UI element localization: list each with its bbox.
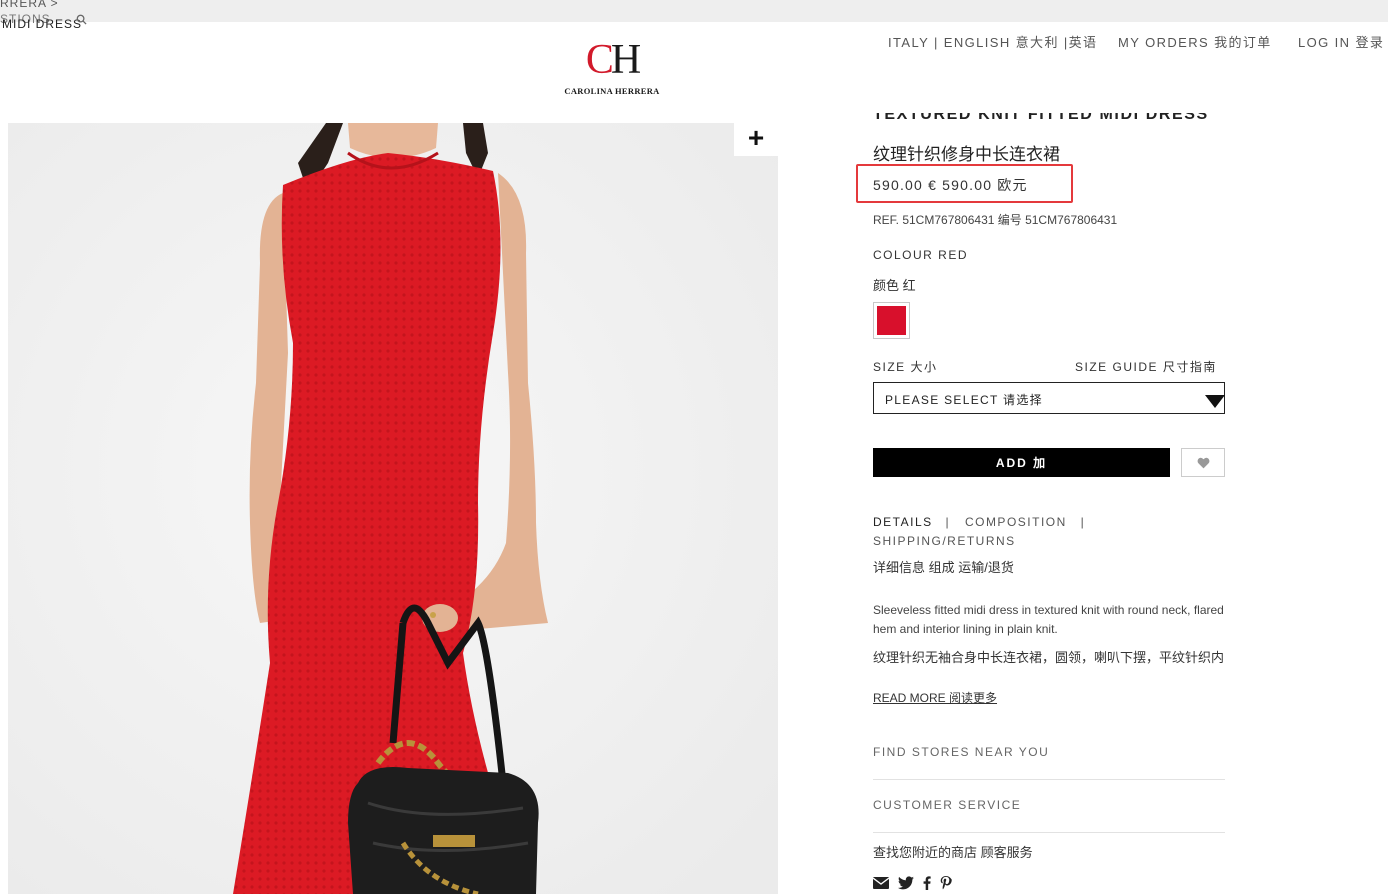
zoom-button[interactable]: +: [734, 120, 778, 156]
product-description-zh: 纹理针织无袖合身中长连衣裙，圆领，喇叭下摆，平纹针织内衬: [873, 650, 1225, 665]
login-link[interactable]: LOG IN 登录: [1298, 32, 1384, 51]
plus-icon: +: [747, 122, 765, 153]
logo-wordmark: CAROLINA HERRERA: [564, 86, 660, 96]
colour-label: COLOUR RED: [873, 248, 969, 262]
tab-details[interactable]: DETAILS: [873, 515, 933, 529]
tab-shipping-returns[interactable]: SHIPPING/RETURNS: [873, 534, 1016, 548]
services-zh: 查找您附近的商店 顾客服务: [873, 845, 1033, 860]
logo-monogram: CH: [585, 37, 641, 83]
search-icon[interactable]: [76, 14, 87, 25]
wishlist-button[interactable]: [1181, 448, 1225, 477]
divider: [873, 779, 1225, 780]
product-title-zh: 纹理针织修身中长连衣裙: [873, 145, 1060, 164]
size-select[interactable]: PLEASE SELECT 请选择: [873, 382, 1225, 414]
brand-logo[interactable]: CH CAROLINA HERRERA: [556, 37, 668, 96]
product-price: 590.00 € 590.00 欧元: [873, 177, 1028, 193]
dropdown-arrow-icon: [1205, 395, 1225, 408]
detail-tabs: DETAILS | COMPOSITION | SHIPPING/RETURNS: [873, 513, 1103, 551]
product-title-en: TEXTURED KNIT FITTED MIDI DRESS: [873, 113, 1209, 123]
breadcrumb-brand[interactable]: RRERA >: [0, 0, 59, 10]
colour-label-zh: 颜色 红: [873, 278, 916, 293]
customer-service-link[interactable]: CUSTOMER SERVICE: [873, 798, 1021, 812]
tab-separator: |: [1080, 515, 1086, 529]
mail-icon[interactable]: [873, 877, 889, 889]
social-links: [873, 876, 952, 890]
colour-swatch-red[interactable]: [873, 302, 910, 339]
product-description-en: Sleeveless fitted midi dress in textured…: [873, 603, 1224, 636]
size-label: SIZE 大小: [873, 360, 938, 374]
language-selector[interactable]: ITALY | ENGLISH 意大利 |英语: [888, 32, 1097, 51]
pinterest-icon[interactable]: [940, 876, 952, 890]
heart-icon: [1197, 457, 1209, 468]
tab-composition[interactable]: COMPOSITION: [965, 515, 1067, 529]
read-more-link[interactable]: READ MORE 阅读更多: [873, 689, 997, 706]
size-select-value: PLEASE SELECT 请选择: [885, 393, 1043, 407]
detail-tabs-zh: 详细信息 组成 运输/退货: [873, 560, 1014, 575]
tab-separator: |: [945, 515, 951, 529]
find-stores-link[interactable]: FIND STORES NEAR YOU: [873, 745, 1049, 759]
dress-photo-illustration: [8, 123, 778, 894]
swatch-fill: [877, 306, 906, 335]
my-orders-link[interactable]: MY ORDERS 我的订单: [1118, 32, 1272, 51]
divider: [873, 832, 1225, 833]
breadcrumb-current: MIDI DRESS: [2, 17, 83, 31]
facebook-icon[interactable]: [923, 876, 931, 890]
size-guide-link[interactable]: SIZE GUIDE 尺寸指南: [1075, 358, 1217, 375]
product-reference: REF. 51CM767806431 编号 51CM767806431: [873, 213, 1118, 227]
top-breadcrumb-bar: [0, 0, 1388, 22]
product-image[interactable]: [8, 123, 778, 894]
add-to-cart-button[interactable]: ADD 加: [873, 448, 1170, 477]
twitter-icon[interactable]: [898, 876, 914, 890]
